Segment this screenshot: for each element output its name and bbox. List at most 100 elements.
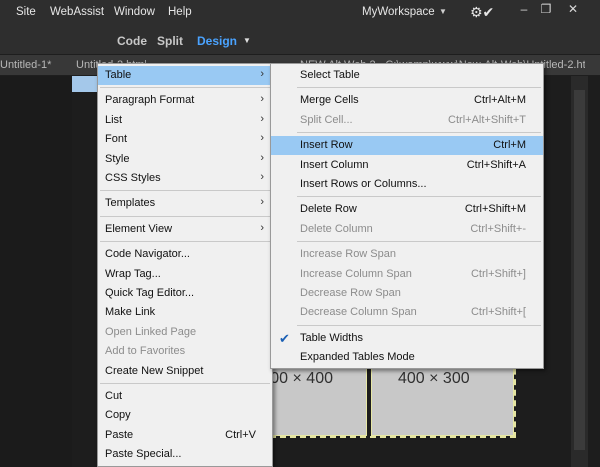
menu-item-label: Increase Column Span (300, 267, 412, 280)
menu-item-label: CSS Styles (105, 172, 161, 184)
minimize-icon[interactable]: – (517, 2, 531, 16)
menu-help[interactable]: Help (168, 6, 192, 18)
menu-item-shortcut: Ctrl+Shift+- (470, 222, 526, 235)
menu-item-element-view[interactable]: Element View › (98, 220, 272, 239)
menu-item-label: Insert Row (300, 139, 353, 152)
menu-item-increase-column-span[interactable]: Increase Column Span Ctrl+Shift+] (271, 265, 543, 284)
menu-item-shortcut: Ctrl+Shift+] (470, 267, 526, 280)
menu-item-insert-column[interactable]: Insert Column Ctrl+Shift+A (271, 156, 543, 175)
menu-item-label: Copy (105, 409, 131, 422)
menu-item-label: Table (105, 69, 132, 81)
chevron-right-icon: › (260, 93, 264, 106)
restore-icon[interactable]: ❐ (539, 2, 553, 16)
menu-item-shortcut: Ctrl+Shift+A (466, 158, 526, 171)
menu-item-label: Paste Special... (105, 448, 182, 461)
menu-item-wrap-tag[interactable]: Wrap Tag... (98, 265, 272, 284)
menu-item-expanded-tables-mode[interactable]: Expanded Tables Mode (271, 348, 543, 367)
menu-item-label: Merge Cells (300, 94, 359, 107)
menu-item-cut[interactable]: Cut (98, 387, 272, 406)
menu-item-label: Font (105, 133, 128, 146)
menu-item-label: Paste (105, 428, 134, 441)
menu-webassist[interactable]: WebAssist (50, 6, 104, 18)
menu-item-code-navigator[interactable]: Code Navigator... (98, 245, 272, 264)
menu-item-label: Split Cell... (300, 113, 353, 126)
menu-item-decrease-row-span[interactable]: Decrease Row Span (271, 284, 543, 303)
menu-item-templates[interactable]: Templates › (98, 194, 272, 213)
menu-item-insert-rows-or-columns[interactable]: Insert Rows or Columns... (271, 175, 543, 194)
menu-site[interactable]: Site (16, 6, 36, 18)
menu-item-decrease-column-span[interactable]: Decrease Column Span Ctrl+Shift+[ (271, 303, 543, 322)
menu-separator (100, 87, 270, 89)
chevron-down-icon[interactable]: ▼ (439, 7, 447, 16)
view-bar: Code Split Design ▼ (0, 26, 600, 54)
menu-item-list[interactable]: List › (98, 111, 272, 130)
menu-item-shortcut: Ctrl+M (493, 139, 526, 152)
chevron-right-icon: › (260, 112, 264, 125)
menu-item-quick-tag-editor[interactable]: Quick Tag Editor... (98, 284, 272, 303)
menu-item-increase-row-span[interactable]: Increase Row Span (271, 245, 543, 264)
context-menu: Table › Paragraph Format › List › Font › Style › C… (97, 63, 273, 467)
menu-item-delete-row[interactable]: Delete Row Ctrl+Shift+M (271, 200, 543, 219)
menu-item-paste[interactable]: Paste Ctrl+V (98, 426, 272, 445)
menu-item-split-cell[interactable]: Split Cell... Ctrl+Alt+Shift+T (271, 111, 543, 130)
menu-item-label: List (105, 113, 123, 126)
menu-item-label: Quick Tag Editor... (105, 287, 195, 299)
design-view-button[interactable]: Design (197, 34, 237, 48)
menu-item-shortcut: Ctrl+Shift+[ (470, 306, 526, 319)
menu-item-label: Expanded Tables Mode (300, 351, 415, 364)
menu-item-style[interactable]: Style › (98, 150, 272, 169)
menu-item-label: Increase Row Span (300, 248, 396, 261)
checkmark-icon: ✔ (279, 330, 290, 346)
menu-item-label: Templates (105, 197, 156, 210)
table-submenu: Select Table Merge Cells Ctrl+Alt+M Split C… (270, 63, 544, 369)
menu-item-table-widths[interactable]: ✔ Table Widths (271, 329, 543, 348)
menu-item-css-styles[interactable]: CSS Styles › (98, 169, 272, 188)
menu-bar: Site WebAssist Window Help MyWorkspace ▼… (0, 0, 600, 26)
tab-untitled-1[interactable]: Untitled-1* (0, 59, 60, 71)
menu-item-make-link[interactable]: Make Link (98, 303, 272, 322)
code-view-button[interactable]: Code (117, 34, 147, 48)
menu-item-paragraph-format[interactable]: Paragraph Format › (98, 91, 272, 110)
split-view-button[interactable]: Split (157, 34, 183, 48)
menu-item-label: Delete Row (300, 203, 357, 216)
chevron-right-icon: › (260, 196, 264, 209)
menu-item-label: Insert Rows or Columns... (300, 178, 427, 190)
menu-item-label: Style (105, 152, 130, 165)
menu-separator (297, 324, 541, 326)
menu-item-label: Open Linked Page (105, 325, 197, 338)
menu-item-label: Decrease Column Span (300, 306, 417, 319)
menu-item-label: Cut (105, 390, 123, 402)
menu-item-merge-cells[interactable]: Merge Cells Ctrl+Alt+M (271, 91, 543, 110)
menu-item-insert-row[interactable]: Insert Row Ctrl+M (271, 136, 543, 156)
menu-separator (100, 190, 270, 192)
menu-item-label: Add to Favorites (105, 345, 186, 358)
menu-separator (297, 241, 541, 243)
menu-item-create-new-snippet[interactable]: Create New Snippet (98, 362, 272, 381)
chevron-right-icon: › (260, 171, 264, 183)
workspace-switcher[interactable]: MyWorkspace (362, 6, 435, 18)
gear-icon[interactable]: ⚙✔ (470, 4, 494, 21)
menu-item-add-to-favorites[interactable]: Add to Favorites (98, 342, 272, 361)
menu-item-shortcut: Ctrl+Shift+M (464, 203, 526, 216)
menu-window[interactable]: Window (114, 6, 155, 18)
menu-separator (297, 132, 541, 134)
menu-separator (297, 87, 541, 89)
chevron-right-icon: › (260, 132, 264, 145)
menu-item-select-table[interactable]: Select Table (271, 66, 543, 85)
chevron-right-icon: › (260, 151, 264, 164)
scrollbar-thumb[interactable] (574, 90, 585, 450)
menu-item-label: Code Navigator... (105, 248, 190, 261)
close-icon[interactable]: ✕ (566, 2, 580, 16)
menu-item-label: Paragraph Format (105, 94, 195, 107)
menu-item-label: Element View (105, 222, 173, 235)
menu-item-font[interactable]: Font › (98, 130, 272, 149)
menu-item-copy[interactable]: Copy (98, 406, 272, 425)
menu-item-paste-special[interactable]: Paste Special... (98, 445, 272, 464)
menu-item-label: Wrap Tag... (105, 267, 161, 280)
menu-item-delete-column[interactable]: Delete Column Ctrl+Shift+- (271, 220, 543, 239)
chevron-down-icon[interactable]: ▼ (243, 36, 251, 45)
menu-item-label: Select Table (300, 69, 360, 81)
menu-item-table[interactable]: Table › (98, 66, 272, 85)
menu-item-open-linked-page[interactable]: Open Linked Page (98, 323, 272, 342)
canvas-left-margin (0, 76, 72, 467)
